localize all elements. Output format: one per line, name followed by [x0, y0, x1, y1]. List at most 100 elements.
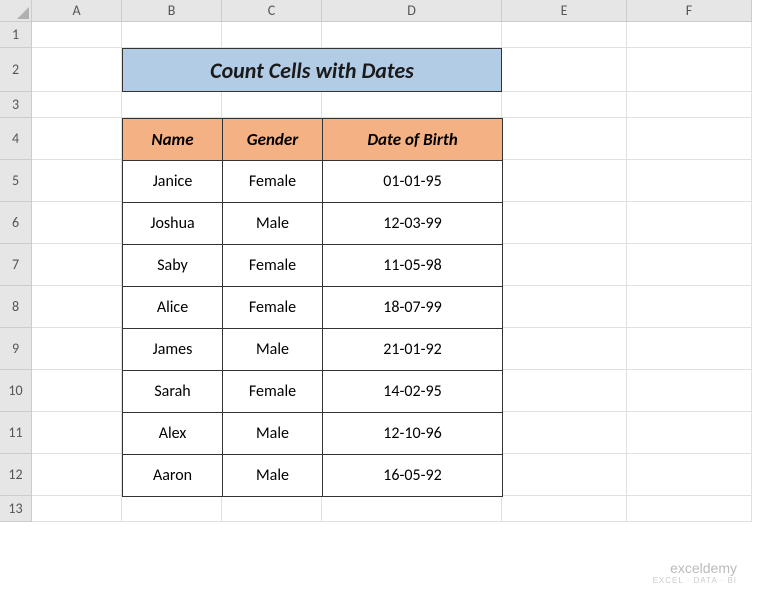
cell-a2[interactable] — [32, 48, 122, 92]
cell-f2[interactable] — [627, 48, 752, 92]
table-cell[interactable]: Alice — [123, 287, 223, 329]
row-header-5[interactable]: 5 — [0, 160, 32, 202]
table-cell[interactable]: Sarah — [123, 371, 223, 413]
table-row: AaronMale16-05-92 — [123, 455, 503, 497]
table-cell[interactable]: Male — [223, 413, 323, 455]
cell-f11[interactable] — [627, 412, 752, 454]
cell-a6[interactable] — [32, 202, 122, 244]
table-cell[interactable]: 18-07-99 — [323, 287, 503, 329]
table-cell[interactable]: James — [123, 329, 223, 371]
select-all-corner[interactable] — [0, 0, 32, 22]
cell-e13[interactable] — [502, 496, 627, 522]
table-cell[interactable]: 21-01-92 — [323, 329, 503, 371]
cell-a1[interactable] — [32, 22, 122, 48]
cell-f7[interactable] — [627, 244, 752, 286]
table-row: AliceFemale18-07-99 — [123, 287, 503, 329]
row-header-4[interactable]: 4 — [0, 118, 32, 160]
table-cell[interactable]: 11-05-98 — [323, 245, 503, 287]
cell-f13[interactable] — [627, 496, 752, 522]
cell-e8[interactable] — [502, 286, 627, 328]
cell-e10[interactable] — [502, 370, 627, 412]
column-header-a[interactable]: A — [32, 0, 122, 22]
row-header-13[interactable]: 13 — [0, 496, 32, 522]
cell-a13[interactable] — [32, 496, 122, 522]
row-header-1[interactable]: 1 — [0, 22, 32, 48]
row-header-9[interactable]: 9 — [0, 328, 32, 370]
table-cell[interactable]: 12-03-99 — [323, 203, 503, 245]
row-header-10[interactable]: 10 — [0, 370, 32, 412]
table-cell[interactable]: Aaron — [123, 455, 223, 497]
cell-a4[interactable] — [32, 118, 122, 160]
column-header-e[interactable]: E — [502, 0, 627, 22]
table-cell[interactable]: Male — [223, 329, 323, 371]
cell-f9[interactable] — [627, 328, 752, 370]
row-header-12[interactable]: 12 — [0, 454, 32, 496]
cell-f5[interactable] — [627, 160, 752, 202]
column-header-b[interactable]: B — [122, 0, 222, 22]
row-header-6[interactable]: 6 — [0, 202, 32, 244]
cell-e6[interactable] — [502, 202, 627, 244]
table-cell[interactable]: 14-02-95 — [323, 371, 503, 413]
cell-a11[interactable] — [32, 412, 122, 454]
cell-d3[interactable] — [322, 92, 502, 118]
table-cell[interactable]: Female — [223, 161, 323, 203]
cell-f10[interactable] — [627, 370, 752, 412]
table-cell[interactable]: 01-01-95 — [323, 161, 503, 203]
cell-e5[interactable] — [502, 160, 627, 202]
cell-e11[interactable] — [502, 412, 627, 454]
cell-a8[interactable] — [32, 286, 122, 328]
table-header-date-of-birth[interactable]: Date of Birth — [323, 119, 503, 161]
cell-f6[interactable] — [627, 202, 752, 244]
row-header-7[interactable]: 7 — [0, 244, 32, 286]
cell-d13[interactable] — [322, 496, 502, 522]
cell-e9[interactable] — [502, 328, 627, 370]
column-header-c[interactable]: C — [222, 0, 322, 22]
cell-a7[interactable] — [32, 244, 122, 286]
table-cell[interactable]: Alex — [123, 413, 223, 455]
table-row: JamesMale21-01-92 — [123, 329, 503, 371]
cell-c3[interactable] — [222, 92, 322, 118]
table-cell[interactable]: Male — [223, 203, 323, 245]
column-header-d[interactable]: D — [322, 0, 502, 22]
row-header-11[interactable]: 11 — [0, 412, 32, 454]
cell-e2[interactable] — [502, 48, 627, 92]
cell-f4[interactable] — [627, 118, 752, 160]
cell-a10[interactable] — [32, 370, 122, 412]
cell-b1[interactable] — [122, 22, 222, 48]
cell-c13[interactable] — [222, 496, 322, 522]
cell-f1[interactable] — [627, 22, 752, 48]
cell-b13[interactable] — [122, 496, 222, 522]
cell-f12[interactable] — [627, 454, 752, 496]
cell-f8[interactable] — [627, 286, 752, 328]
cell-e3[interactable] — [502, 92, 627, 118]
cell-e7[interactable] — [502, 244, 627, 286]
cell-a12[interactable] — [32, 454, 122, 496]
table-cell[interactable]: Saby — [123, 245, 223, 287]
cell-a5[interactable] — [32, 160, 122, 202]
table-header-gender[interactable]: Gender — [223, 119, 323, 161]
table-cell[interactable]: Female — [223, 245, 323, 287]
column-header-f[interactable]: F — [627, 0, 752, 22]
cell-f3[interactable] — [627, 92, 752, 118]
table-cell[interactable]: 12-10-96 — [323, 413, 503, 455]
title-merged-cell[interactable]: Count Cells with Dates — [122, 48, 502, 92]
table-cell[interactable]: Joshua — [123, 203, 223, 245]
cell-a3[interactable] — [32, 92, 122, 118]
table-cell[interactable]: Janice — [123, 161, 223, 203]
row-header-2[interactable]: 2 — [0, 48, 32, 92]
cell-e12[interactable] — [502, 454, 627, 496]
table-cell[interactable]: Male — [223, 455, 323, 497]
row-header-3[interactable]: 3 — [0, 92, 32, 118]
table-header-name[interactable]: Name — [123, 119, 223, 161]
cell-e4[interactable] — [502, 118, 627, 160]
row-header-8[interactable]: 8 — [0, 286, 32, 328]
table-cell[interactable]: Female — [223, 371, 323, 413]
cell-c1[interactable] — [222, 22, 322, 48]
cell-e1[interactable] — [502, 22, 627, 48]
table-cell[interactable]: Female — [223, 287, 323, 329]
cell-b3[interactable] — [122, 92, 222, 118]
cell-a9[interactable] — [32, 328, 122, 370]
cell-d1[interactable] — [322, 22, 502, 48]
table-cell[interactable]: 16-05-92 — [323, 455, 503, 497]
table-row: SarahFemale14-02-95 — [123, 371, 503, 413]
